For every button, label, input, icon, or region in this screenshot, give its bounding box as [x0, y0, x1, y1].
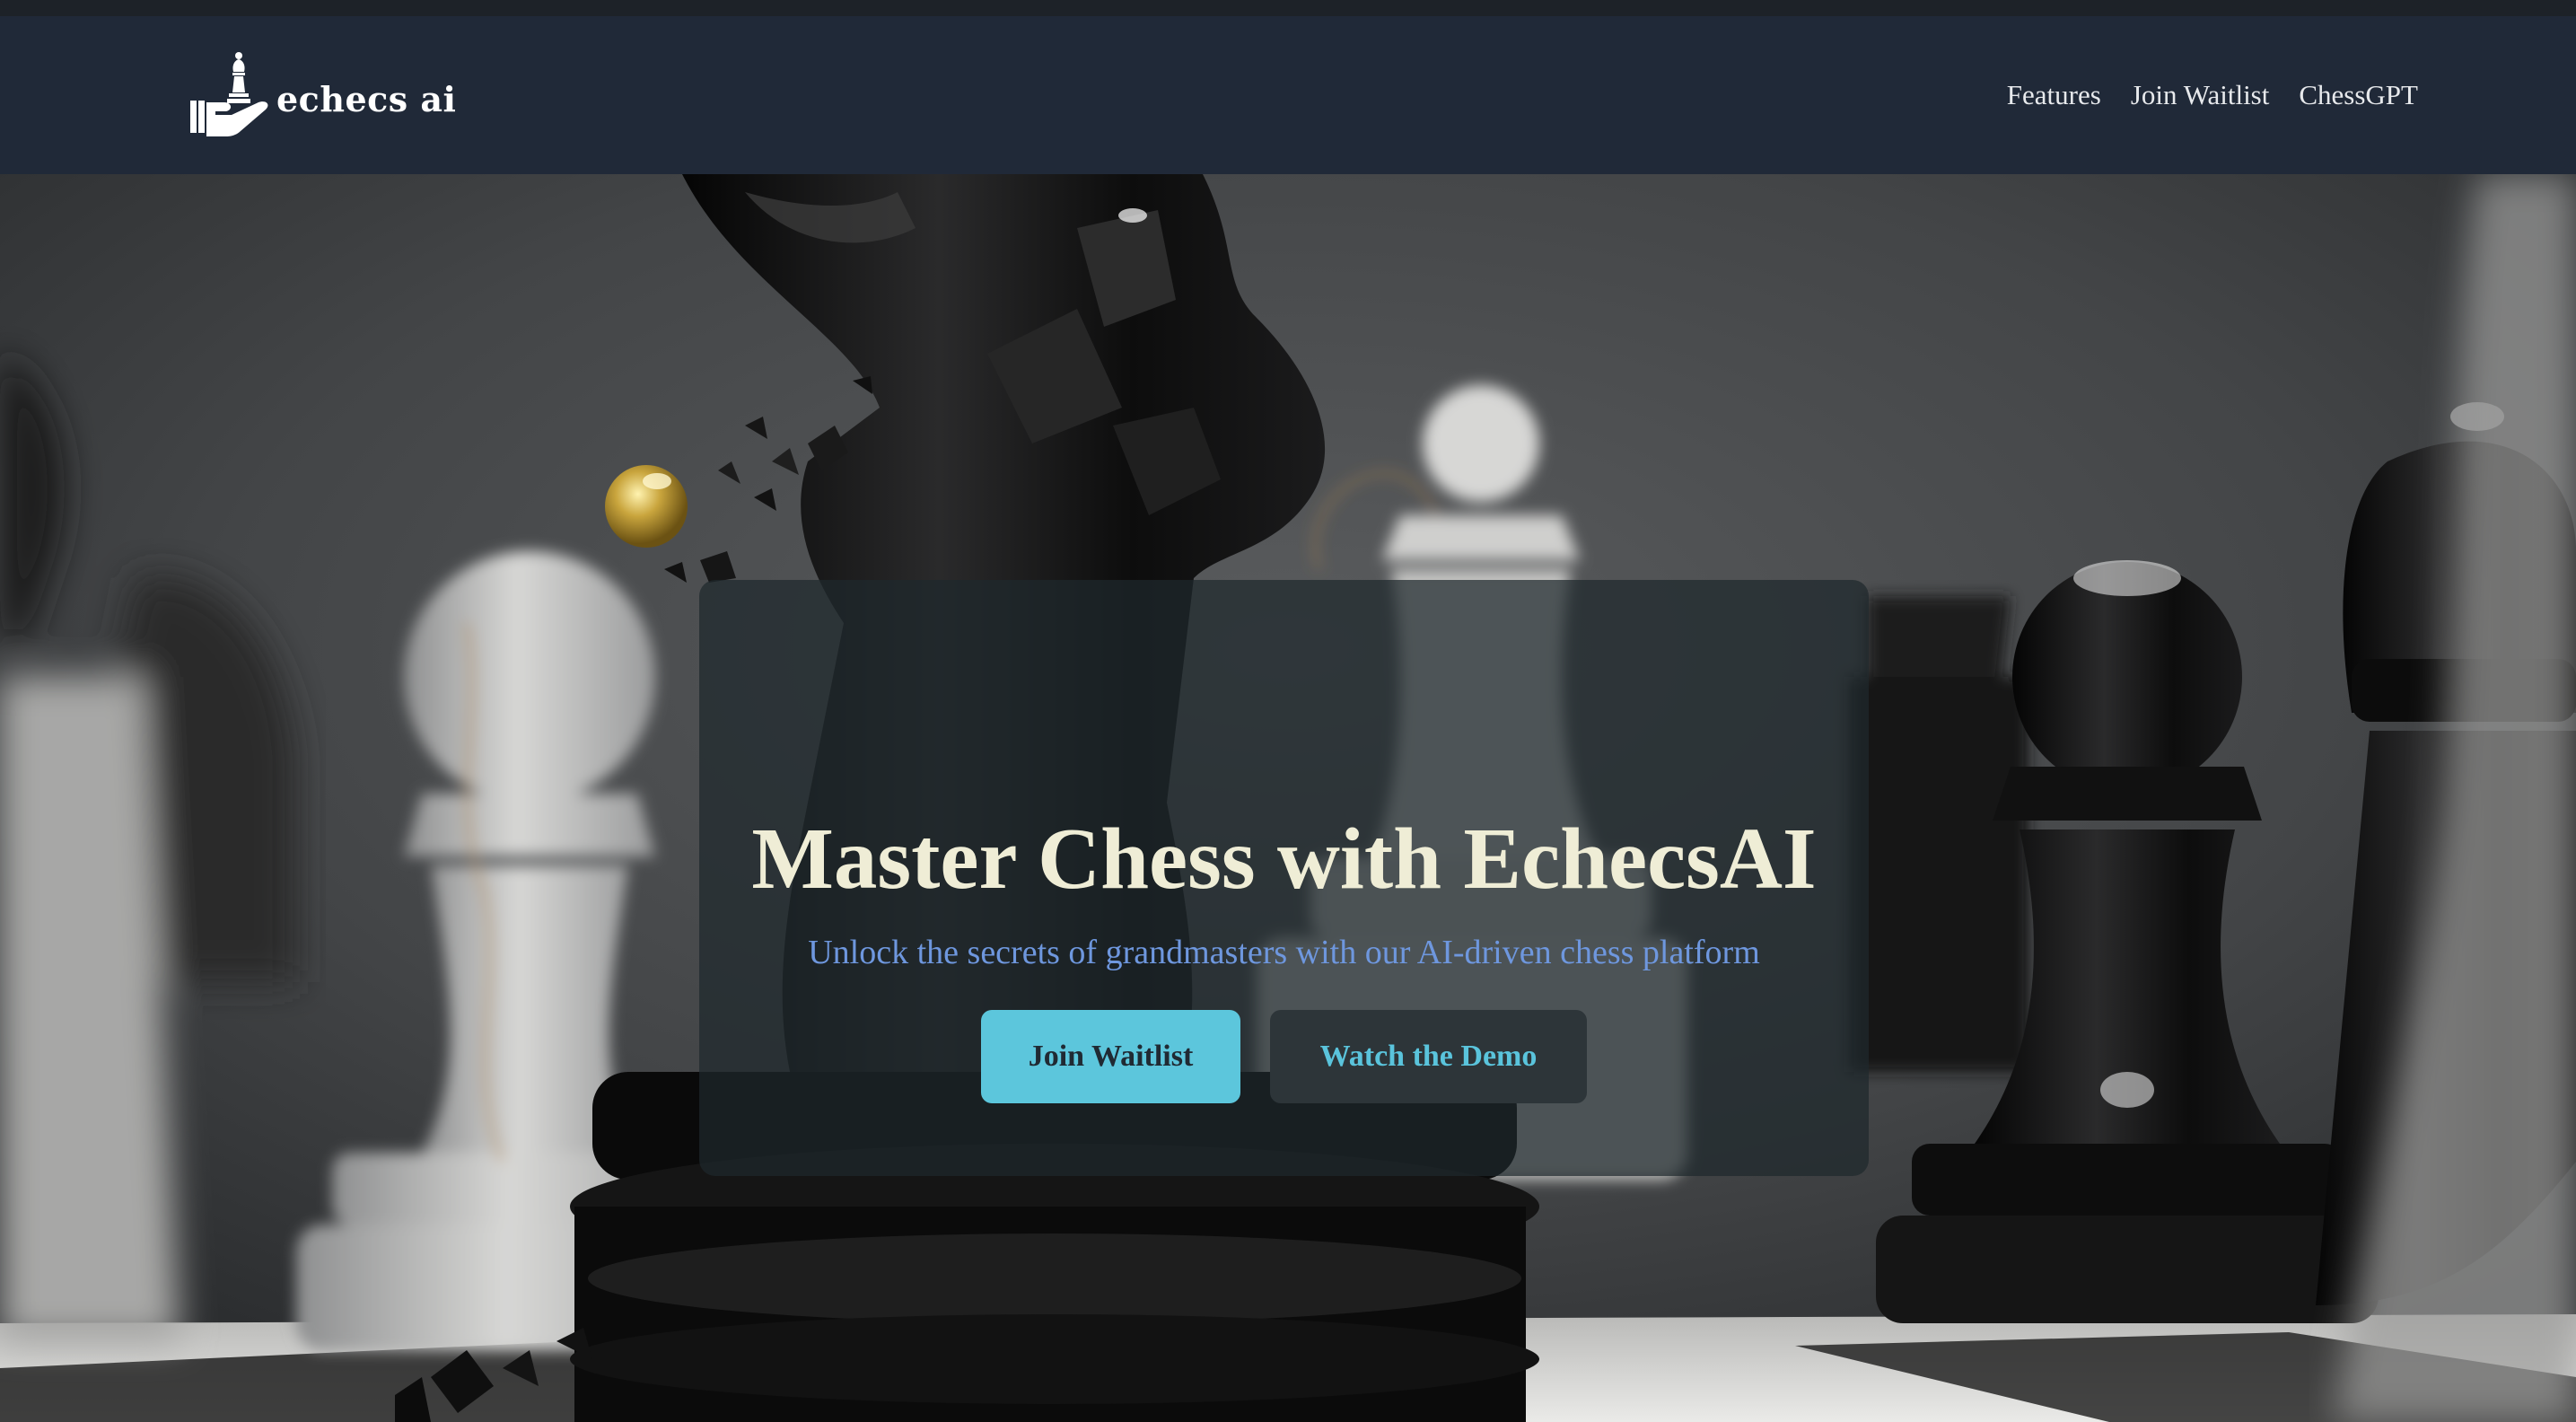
nav-link-features[interactable]: Features — [2007, 79, 2101, 111]
hero-subtitle: Unlock the secrets of grandmasters with … — [808, 934, 1760, 971]
nav-link-chessgpt[interactable]: ChessGPT — [2299, 79, 2418, 111]
top-strip — [0, 0, 2576, 16]
nav-link-join-waitlist[interactable]: Join Waitlist — [2131, 79, 2270, 111]
nav-links: Features Join Waitlist ChessGPT — [2007, 79, 2418, 111]
hero-card: Master Chess with EchecsAI Unlock the se… — [699, 580, 1869, 1176]
hero-title: Master Chess with EchecsAI — [751, 811, 1817, 907]
join-waitlist-button[interactable]: Join Waitlist — [981, 1010, 1240, 1103]
navbar: echecs ai Features Join Waitlist ChessGP… — [0, 16, 2576, 174]
brand-home-link[interactable]: echecs ai — [188, 48, 456, 142]
hand-holding-chess-piece-icon — [190, 52, 268, 136]
hero-actions: Join Waitlist Watch the Demo — [981, 1010, 1587, 1103]
brand-name: echecs ai — [276, 78, 457, 119]
hero-section: Master Chess with EchecsAI Unlock the se… — [0, 174, 2576, 1422]
watch-demo-button[interactable]: Watch the Demo — [1270, 1010, 1587, 1103]
